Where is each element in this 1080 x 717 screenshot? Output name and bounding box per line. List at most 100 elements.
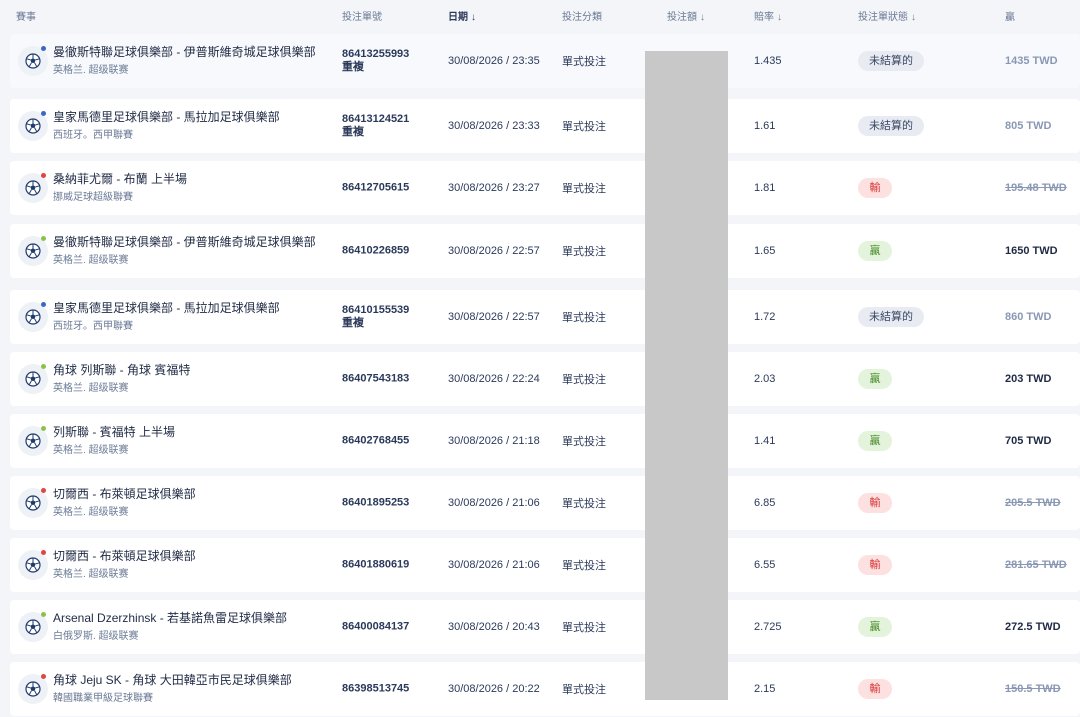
- win-amount: 281.65 TWD: [1005, 559, 1067, 571]
- table-header: 賽事 投注單號 日期 ↓ 投注分類 投注額 ↓ 賠率 ↓ 投注單狀態 ↓ 贏: [0, 0, 1080, 28]
- bet-type: 單式投注: [562, 622, 606, 634]
- ticket-cell: 86401880619: [342, 559, 409, 572]
- bet-type: 單式投注: [562, 56, 606, 68]
- bet-type: 單式投注: [562, 374, 606, 386]
- status-dot-icon: [41, 674, 46, 679]
- header-win: 贏: [1005, 12, 1015, 23]
- header-status-label: 投注單狀態: [858, 12, 908, 23]
- bet-type: 單式投注: [562, 436, 606, 448]
- event-cell: 切爾西 - 布萊頓足球俱樂部 英格兰. 超级联赛: [53, 549, 323, 581]
- ticket-number[interactable]: 86413124521: [342, 113, 409, 126]
- header-stake-sort[interactable]: 投注額 ↓: [667, 8, 705, 23]
- ticket-number[interactable]: 86398513745: [342, 683, 409, 696]
- event-cell: Arsenal Dzerzhinsk - 若基諾魚雷足球俱樂部 白俄罗斯. 超级联…: [53, 611, 323, 643]
- ticket-tag: 重複: [342, 61, 364, 73]
- event-league: 英格兰. 超级联赛: [53, 383, 129, 394]
- event-league: 挪威足球超級聯賽: [53, 192, 133, 203]
- ticket-number[interactable]: 86401880619: [342, 559, 409, 572]
- table-row[interactable]: Arsenal Dzerzhinsk - 若基諾魚雷足球俱樂部 白俄罗斯. 超级联…: [10, 600, 1080, 654]
- ticket-number[interactable]: 86401895253: [342, 497, 409, 510]
- bet-date: 30/08/2026 / 20:22: [448, 683, 540, 695]
- status-badge: 贏: [858, 369, 892, 389]
- event-name: 桑納菲尤爾 - 布蘭 上半場: [53, 172, 187, 186]
- bet-type: 單式投注: [562, 498, 606, 510]
- sort-arrow-icon: ↓: [700, 12, 705, 23]
- win-amount: 860 TWD: [1005, 311, 1052, 323]
- table-row[interactable]: 切爾西 - 布萊頓足球俱樂部 英格兰. 超级联赛 86401895253 30/08/…: [10, 476, 1080, 530]
- status-badge: 輸: [858, 493, 892, 513]
- ticket-number[interactable]: 86410226859: [342, 245, 409, 258]
- bet-odds: 2.15: [754, 683, 776, 695]
- win-amount: 203 TWD: [1005, 373, 1052, 385]
- header-status-sort[interactable]: 投注單狀態 ↓: [858, 8, 916, 23]
- event-cell: 曼徹斯特聯足球俱樂部 - 伊普斯維奇城足球俱樂部 英格兰. 超级联赛: [53, 236, 323, 267]
- event-name: 角球 列斯聯 - 角球 賓福特: [53, 363, 191, 377]
- ticket-cell: 86407543183: [342, 373, 409, 386]
- table-row[interactable]: 皇家馬德里足球俱樂部 - 馬拉加足球俱樂部 西班牙。西甲聯賽 86410155539…: [10, 290, 1080, 344]
- table-row[interactable]: 角球 列斯聯 - 角球 賓福特 英格兰. 超级联赛 86407543183 30/08…: [10, 352, 1080, 406]
- status-dot-icon: [41, 302, 46, 307]
- bet-type: 單式投注: [562, 312, 606, 324]
- bet-date: 30/08/2026 / 23:35: [448, 55, 540, 67]
- bet-date: 30/08/2026 / 21:18: [448, 435, 540, 447]
- table-row[interactable]: 角球 Jeju SK - 角球 大田韓亞市民足球俱樂部 韓國職業甲級足球聯賽 863…: [10, 662, 1080, 716]
- event-league: 英格兰. 超级联赛: [53, 445, 129, 456]
- ticket-number[interactable]: 86402768455: [342, 435, 409, 448]
- event-cell: 桑納菲尤爾 - 布蘭 上半場 挪威足球超級聯賽: [53, 172, 323, 204]
- event-name: 皇家馬德里足球俱樂部 - 馬拉加足球俱樂部: [53, 301, 280, 315]
- header-stake-label: 投注額: [667, 12, 697, 23]
- ticket-cell: 86398513745: [342, 683, 409, 696]
- table-row[interactable]: 曼徹斯特聯足球俱樂部 - 伊普斯維奇城足球俱樂部 英格兰. 超级联赛 8641325…: [10, 34, 1080, 88]
- ticket-cell: 86401895253: [342, 497, 409, 510]
- event-league: 西班牙。西甲聯賽: [53, 130, 133, 141]
- ticket-cell: 86413124521 重複: [342, 113, 409, 139]
- status-dot-icon: [41, 46, 46, 51]
- status-dot-icon: [41, 364, 46, 369]
- event-name: 列斯聯 - 賓福特 上半場: [53, 425, 175, 439]
- status-dot-icon: [41, 612, 46, 617]
- header-date-sort[interactable]: 日期 ↓: [448, 8, 476, 23]
- status-badge: 贏: [858, 617, 892, 637]
- table-row[interactable]: 桑納菲尤爾 - 布蘭 上半場 挪威足球超級聯賽 86412705615 30/08/2…: [10, 161, 1080, 215]
- ticket-number[interactable]: 86400084137: [342, 621, 409, 634]
- event-league: 韓國職業甲級足球聯賽: [53, 693, 153, 704]
- ticket-cell: 86413255993 重複: [342, 48, 409, 74]
- ticket-number[interactable]: 86407543183: [342, 373, 409, 386]
- header-category: 投注分類: [562, 12, 602, 23]
- status-dot-icon: [41, 426, 46, 431]
- event-name: Arsenal Dzerzhinsk - 若基諾魚雷足球俱樂部: [53, 611, 288, 625]
- ticket-cell: 86400084137: [342, 621, 409, 634]
- ticket-number[interactable]: 86410155539: [342, 304, 409, 317]
- win-amount: 1435 TWD: [1005, 55, 1058, 67]
- status-badge: 未結算的: [858, 307, 924, 327]
- win-amount: 1650 TWD: [1005, 245, 1058, 257]
- table-row[interactable]: 切爾西 - 布萊頓足球俱樂部 英格兰. 超级联赛 86401880619 30/08/…: [10, 538, 1080, 592]
- bet-odds: 2.03: [754, 373, 776, 385]
- header-event: 賽事: [16, 12, 36, 23]
- status-dot-icon: [41, 173, 46, 178]
- table-row[interactable]: 列斯聯 - 賓福特 上半場 英格兰. 超级联赛 86402768455 30/08/2…: [10, 414, 1080, 468]
- event-league: 英格兰. 超级联赛: [53, 65, 129, 76]
- win-amount: 705 TWD: [1005, 435, 1052, 447]
- bet-odds: 1.41: [754, 435, 776, 447]
- bet-date: 30/08/2026 / 20:43: [448, 621, 540, 633]
- event-league: 白俄罗斯. 超级联赛: [53, 631, 139, 642]
- status-badge: 贏: [858, 241, 892, 261]
- bet-type: 單式投注: [562, 246, 606, 258]
- ticket-number[interactable]: 86413255993: [342, 48, 409, 61]
- event-name: 皇家馬德里足球俱樂部 - 馬拉加足球俱樂部: [53, 110, 280, 124]
- status-dot-icon: [41, 550, 46, 555]
- bet-odds: 1.72: [754, 311, 776, 323]
- table-row[interactable]: 皇家馬德里足球俱樂部 - 馬拉加足球俱樂部 西班牙。西甲聯賽 86413124521…: [10, 99, 1080, 153]
- bet-date: 30/08/2026 / 21:06: [448, 559, 540, 571]
- header-odds-sort[interactable]: 賠率 ↓: [754, 8, 782, 23]
- event-name: 切爾西 - 布萊頓足球俱樂部: [53, 549, 196, 563]
- event-name: 切爾西 - 布萊頓足球俱樂部: [53, 487, 196, 501]
- bet-odds: 1.81: [754, 182, 776, 194]
- ticket-cell: 86410226859: [342, 245, 409, 258]
- bet-type: 單式投注: [562, 183, 606, 195]
- ticket-cell: 86410155539 重複: [342, 304, 409, 330]
- ticket-number[interactable]: 86412705615: [342, 182, 409, 195]
- table-row[interactable]: 曼徹斯特聯足球俱樂部 - 伊普斯維奇城足球俱樂部 英格兰. 超级联赛 8641022…: [10, 224, 1080, 278]
- status-badge: 輸: [858, 178, 892, 198]
